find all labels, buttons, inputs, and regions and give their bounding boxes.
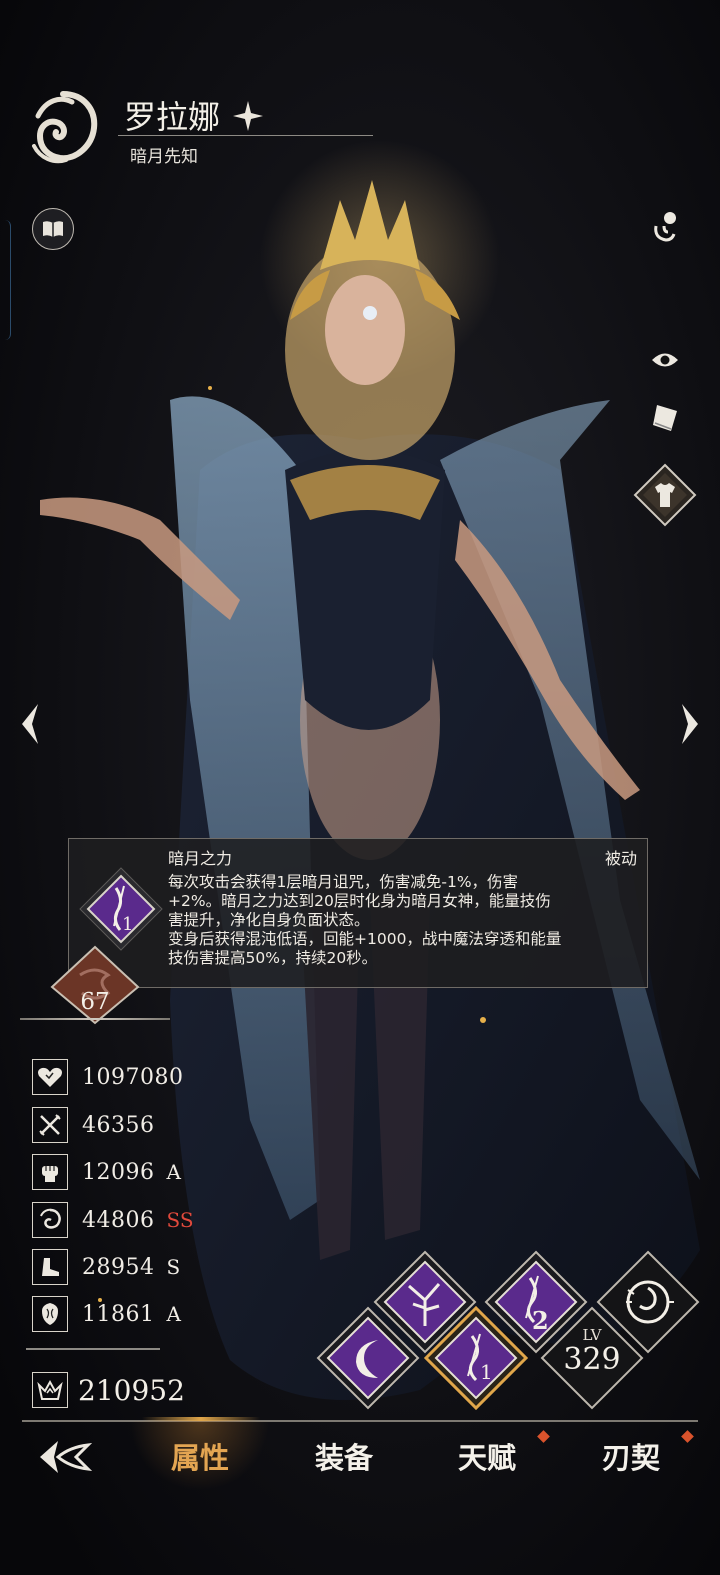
side-edge-marker xyxy=(0,220,11,340)
skill-badge-1: 1 xyxy=(480,1360,493,1384)
stats-top-divider xyxy=(20,1018,170,1020)
vortex-icon xyxy=(32,1202,68,1238)
arrow-right-icon xyxy=(682,704,698,744)
stat-row-health: 1097080 xyxy=(32,1057,183,1097)
stat-grade: A xyxy=(166,1160,181,1184)
rank-badge: 67 xyxy=(50,945,140,1025)
back-button[interactable] xyxy=(34,1435,94,1479)
hero-name: 罗拉娜 xyxy=(124,98,221,136)
hero-emblem-icon xyxy=(26,88,100,166)
stat-value: 28954 xyxy=(82,1254,155,1280)
arrow-left-icon xyxy=(22,704,38,744)
tooltip-description-line: +2%。暗月之力达到20层时化身为暗月女神，能量技伤 xyxy=(168,892,551,910)
stat-value: 1097080 xyxy=(82,1064,184,1090)
hero-title: 暗月先知 xyxy=(130,147,198,167)
rank-value: 67 xyxy=(80,989,110,1015)
stat-row-speed: 28954 S xyxy=(32,1247,180,1287)
tab-attributes[interactable]: 属性 xyxy=(140,1428,260,1488)
stat-grade: S xyxy=(166,1255,181,1279)
tooltip-skill-icon: 1 xyxy=(78,866,164,952)
tooltip-description-line: 害提升，净化自身负面状态。 xyxy=(168,911,370,929)
crown-icon xyxy=(32,1372,68,1408)
stat-value: 44806 xyxy=(82,1207,155,1233)
back-arrow-icon xyxy=(40,1441,92,1473)
tooltip-description-line: 技伤害提高50%，持续20秒。 xyxy=(168,949,378,967)
tooltip-skill-level: 1 xyxy=(122,914,134,935)
voice-button[interactable] xyxy=(645,207,685,247)
stats-bottom-divider xyxy=(26,1348,160,1350)
stat-value: 12096 xyxy=(82,1159,155,1185)
skill-slot-sigil[interactable] xyxy=(596,1250,700,1354)
previous-hero-button[interactable] xyxy=(14,700,44,748)
tab-blade-pact[interactable]: 刃契 xyxy=(571,1428,691,1488)
stat-row-magic: 44806 SS xyxy=(32,1200,194,1240)
view-toggle-button[interactable] xyxy=(645,342,685,378)
bottom-nav-divider xyxy=(22,1420,698,1422)
fist-icon xyxy=(32,1154,68,1190)
eye-icon xyxy=(652,353,678,367)
power-value: 210952 xyxy=(78,1373,185,1407)
outfit-button[interactable] xyxy=(633,463,697,527)
stat-row-attack: 46356 xyxy=(32,1105,155,1145)
tab-talent[interactable]: 天赋 xyxy=(427,1428,547,1488)
stat-value: 11861 xyxy=(82,1301,155,1327)
stat-row-strength: 12096 A xyxy=(32,1152,181,1192)
boot-icon xyxy=(32,1249,68,1285)
stat-grade: SS xyxy=(166,1208,194,1232)
tooltip-description-line: 每次攻击会获得1层暗月诅咒，伤害减免-1%，伤害 xyxy=(168,873,519,891)
power-row: 210952 xyxy=(32,1370,185,1410)
notes-button[interactable] xyxy=(645,398,685,438)
header-divider xyxy=(118,135,373,136)
next-hero-button[interactable] xyxy=(676,700,706,748)
tooltip-skill-type: 被动 xyxy=(604,849,637,868)
stat-grade: A xyxy=(166,1302,181,1326)
sword-icon xyxy=(32,1107,68,1143)
tab-equipment[interactable]: 装备 xyxy=(284,1428,404,1488)
codex-book-button[interactable] xyxy=(32,208,74,250)
microphone-icon xyxy=(654,212,676,242)
stat-row-defense: 11861 A xyxy=(32,1294,181,1334)
tooltip-description-line: 变身后获得混沌低语，回能+1000，战中魔法穿透和能量 xyxy=(168,930,562,948)
stat-value: 46356 xyxy=(82,1112,155,1138)
notebook-icon xyxy=(653,405,677,431)
armor-icon xyxy=(32,1296,68,1332)
book-icon xyxy=(43,221,63,237)
star-rank-icon xyxy=(232,100,264,132)
heart-icon xyxy=(32,1059,68,1095)
tooltip-skill-name: 暗月之力 xyxy=(168,849,233,868)
